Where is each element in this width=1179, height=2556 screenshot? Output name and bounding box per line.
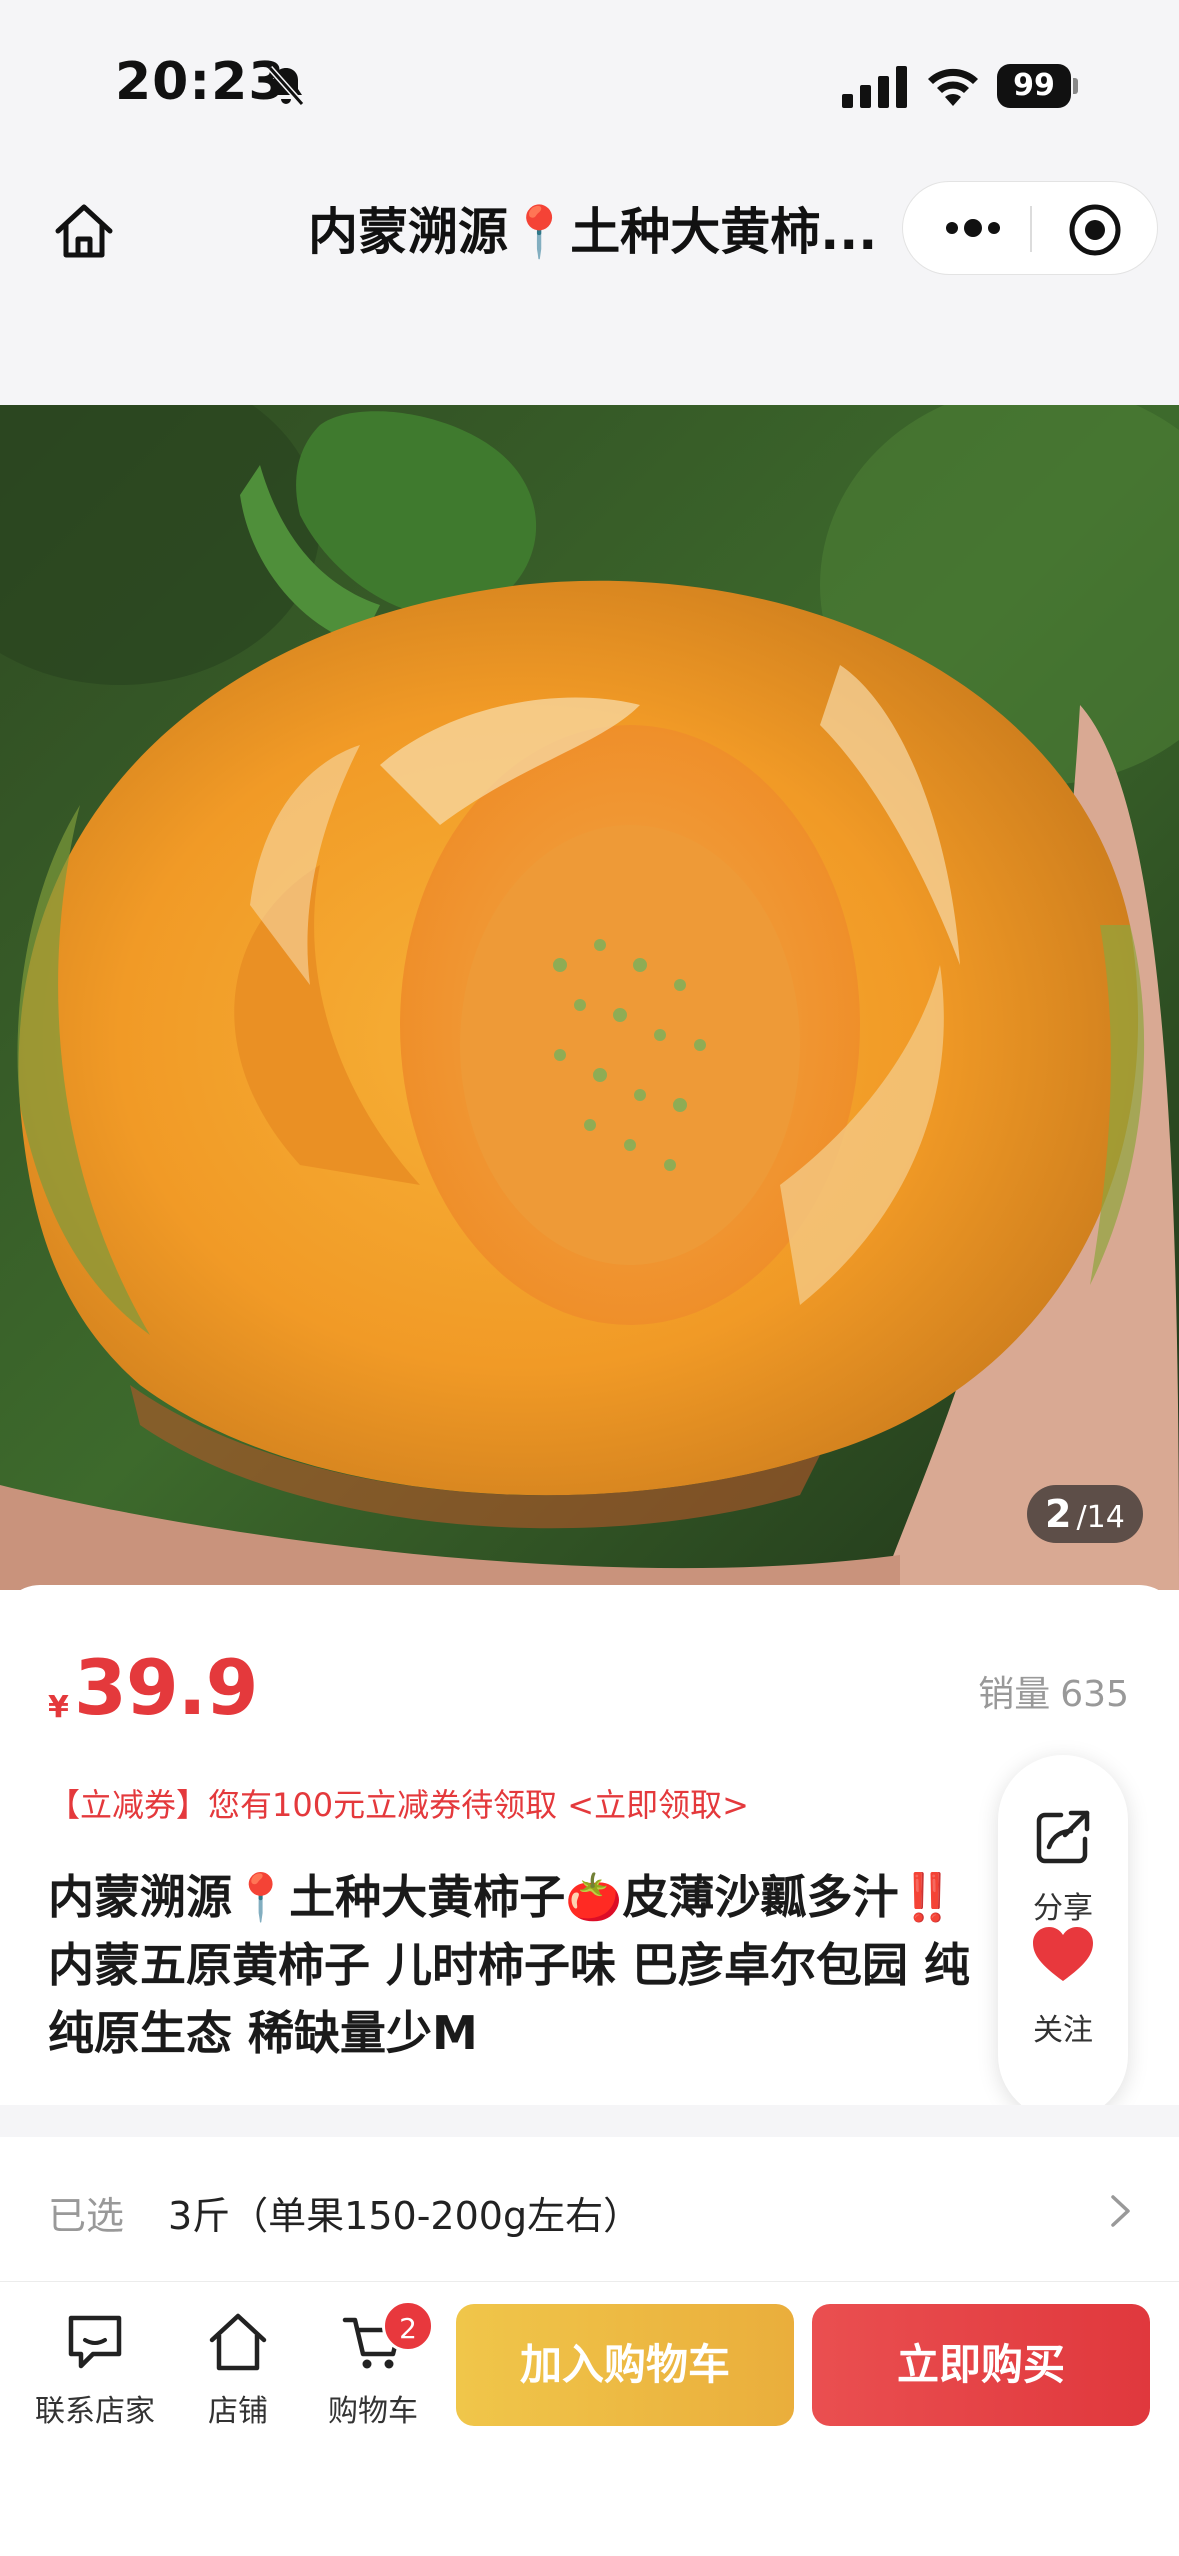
product-title-line: 纯原生态 稀缺量少M [48,2006,478,2060]
contact-seller-label: 联系店家 [35,2394,155,2429]
battery-nub [1073,78,1078,94]
coupon-link[interactable]: 【立减券】您有100元立减券待领取 <立即领取> [48,1780,749,1826]
page-title: 内蒙溯源📍土种大黄柿... [308,203,878,261]
product-image-carousel[interactable]: 2 /14 [0,405,1179,1590]
cart-button[interactable]: 购物车 2 [298,2300,448,2440]
add-to-cart-button[interactable]: 加入购物车 [456,2304,794,2426]
mini-program-capsule [902,181,1158,275]
product-title-line: 内蒙五原黄柿子 儿时柿子味 巴彦卓尔包园 纯 [48,1938,971,1992]
sku-value: 3斤（单果150-200g左右） [168,2194,642,2238]
product-title: 内蒙溯源📍土种大黄柿子🍅皮薄沙瓤多汁‼️ 内蒙五原黄柿子 儿时柿子味 巴彦卓尔包… [48,1863,998,2067]
product-title-line: 内蒙溯源📍土种大黄柿子🍅皮薄沙瓤多汁‼️ [48,1870,956,1924]
home-icon[interactable] [50,197,118,265]
contact-seller-button[interactable]: 联系店家 [20,2310,170,2440]
product-price: 39.9 [74,1643,259,1732]
more-icon[interactable] [943,215,1003,241]
bottom-action-bar: 联系店家 店铺 购物车 2 加入购物车 立即购买 [0,2282,1179,2556]
sales-label: 销量 [978,1674,1051,1715]
status-bar: 20:23 99 [0,0,1179,175]
capsule-divider [1030,206,1032,252]
share-label[interactable]: 分享 [998,1883,1128,1927]
battery-icon: 99 [997,64,1078,108]
section-divider [0,2105,1179,2137]
chat-icon [68,2315,122,2369]
battery-level: 99 [997,64,1071,108]
product-page: 20:23 99 内蒙溯源📍土种大黄柿... 2 /14 ¥ 39.9 销量 6… [0,0,1179,2556]
heart-icon[interactable] [1031,1925,1095,1983]
status-time: 20:23 [115,52,286,112]
follow-label[interactable]: 关注 [998,2005,1128,2049]
product-photo [0,405,1179,1590]
store-icon [209,2313,267,2371]
price-currency: ¥ [48,1690,69,1725]
pager-current: 2 [1045,1492,1072,1536]
record-icon[interactable] [1067,202,1123,258]
sales-value: 635 [1060,1674,1129,1715]
image-pager: 2 /14 [1027,1485,1143,1543]
sales-count: 销量 635 [968,1665,1129,1717]
floating-actions: 分享 关注 [998,1755,1128,2120]
pager-total: /14 [1076,1500,1125,1535]
share-icon[interactable] [1031,1805,1095,1869]
bell-slash-icon [267,66,305,106]
sku-label: 已选 [48,2194,125,2238]
wifi-icon [928,68,978,106]
store-button[interactable]: 店铺 [163,2310,313,2440]
cart-count-badge: 2 [382,2300,434,2352]
store-label: 店铺 [208,2394,268,2429]
nav-bar: 内蒙溯源📍土种大黄柿... [0,175,1179,405]
sku-selector[interactable]: 已选 3斤（单果150-200g左右） [0,2137,1179,2282]
cellular-signal-icon [842,66,907,108]
buy-now-button[interactable]: 立即购买 [812,2304,1150,2426]
chevron-right-icon [1111,2195,1130,2227]
cart-label: 购物车 [328,2394,418,2429]
